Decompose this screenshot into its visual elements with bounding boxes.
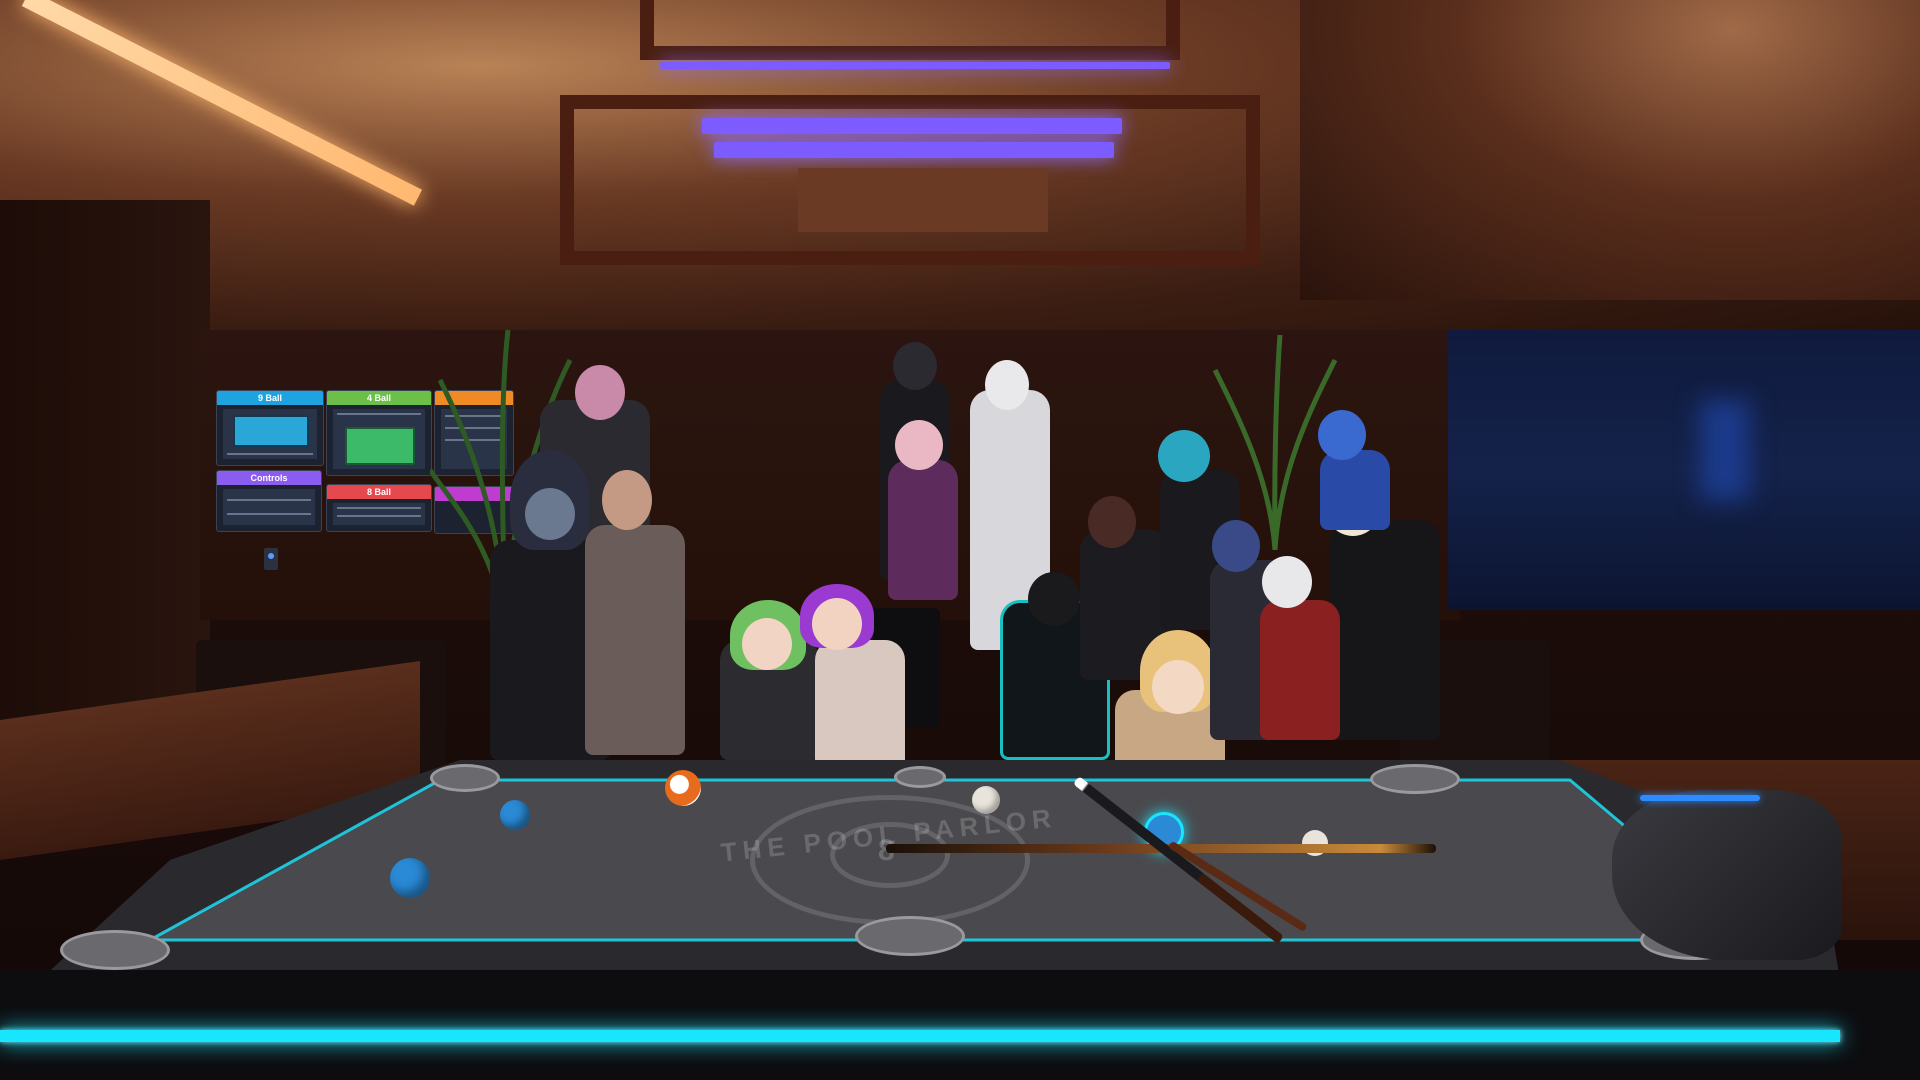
text-line	[227, 499, 311, 501]
table-front	[0, 970, 1920, 1080]
window-glow	[1700, 400, 1750, 500]
pocket-back-right	[1370, 764, 1460, 794]
lamp-frame-top	[640, 0, 1180, 60]
board-body	[333, 409, 425, 469]
lamp-panel	[798, 168, 1048, 232]
text-line	[227, 513, 311, 515]
pocket-back-left	[430, 764, 500, 792]
board-9-ball[interactable]: 9 Ball	[216, 390, 324, 466]
board-title: 4 Ball	[327, 391, 431, 405]
board-body	[223, 489, 315, 525]
text-line	[337, 413, 421, 415]
avatar-body	[1260, 600, 1340, 740]
board-title: Controls	[217, 471, 321, 485]
ceiling-right	[1300, 0, 1920, 300]
mini-table-diagram	[233, 415, 309, 447]
lamp-light-bar	[702, 118, 1122, 134]
avatar-head	[1152, 660, 1204, 714]
wall-switch[interactable]	[264, 548, 278, 570]
mini-table-diagram	[345, 427, 415, 465]
board-title: 9 Ball	[217, 391, 323, 405]
pocket-back-center	[894, 766, 946, 788]
potted-plant-right	[1212, 334, 1338, 550]
board-8-ball[interactable]: 8 Ball	[326, 484, 432, 532]
board-title: 8 Ball	[327, 485, 431, 499]
text-line	[337, 507, 421, 509]
board-controls[interactable]: Controls	[216, 470, 322, 532]
ball-blue-left[interactable]	[500, 800, 530, 830]
potted-plant-left	[430, 329, 580, 620]
black-stand	[860, 608, 940, 728]
lamp-light-bar	[714, 142, 1114, 158]
text-line	[227, 453, 313, 455]
ball-blue-near[interactable]	[390, 858, 430, 898]
avatar-head	[742, 618, 792, 670]
controller-glow	[1640, 795, 1760, 801]
board-body	[223, 409, 317, 459]
board-4-ball[interactable]: 4 Ball	[326, 390, 432, 476]
ball-orange-stripe[interactable]	[665, 770, 701, 806]
left-wall	[0, 200, 210, 760]
pocket-front-center	[855, 916, 965, 956]
night-window	[1448, 330, 1920, 610]
avatar-body	[1000, 600, 1110, 760]
table-neon-strip	[0, 1030, 1840, 1042]
avatar-hair	[1140, 630, 1216, 712]
cue-ball[interactable]	[972, 786, 1000, 814]
lamp-light-bar	[660, 62, 1170, 69]
pool-lamp-fixture	[450, 0, 1360, 320]
board-body	[333, 503, 425, 525]
pocket-front-left	[60, 930, 170, 970]
player-controller-hand[interactable]	[1612, 790, 1842, 960]
game-scene[interactable]: 9 Ball 4 Ball Controls 8 Ball THE POOL P…	[0, 0, 1920, 1080]
text-line	[337, 515, 421, 517]
